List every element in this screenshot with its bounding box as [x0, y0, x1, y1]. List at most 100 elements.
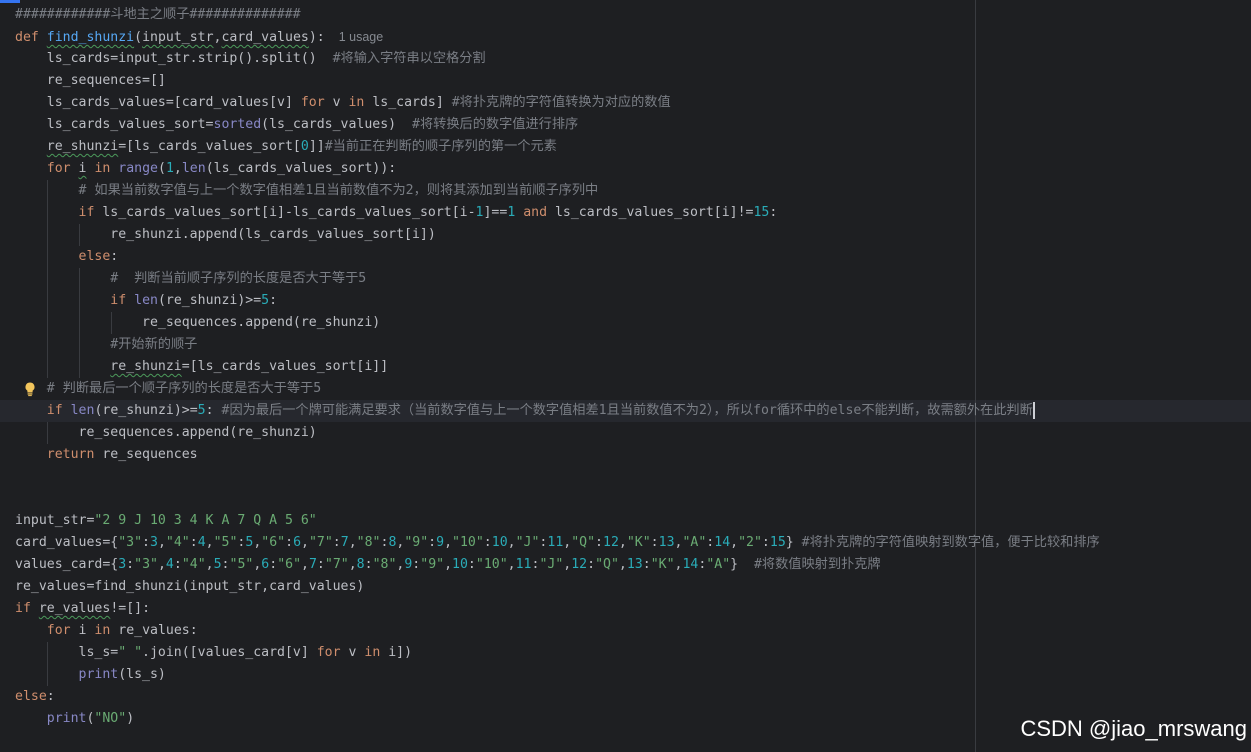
watermark-text: CSDN @jiao_mrswang	[1020, 716, 1247, 741]
code-token: "Q"	[595, 557, 619, 572]
code-line[interactable]: re_sequences.append(re_shunzi)	[15, 422, 1100, 444]
code-line[interactable]: print("NO")	[15, 708, 1100, 730]
code-line[interactable]: if re_values!=[]:	[15, 598, 1100, 620]
code-line[interactable]: if ls_cards_values_sort[i]-ls_cards_valu…	[15, 202, 1100, 224]
code-line[interactable]: # 如果当前数字值与上一个数字值相差1且当前数值不为2，则将其添加到当前顺子序列…	[15, 180, 1100, 202]
indent-guide	[79, 268, 80, 290]
code-line[interactable]: card_values={"3":3,"4":4,"5":5,"6":6,"7"…	[15, 532, 1100, 554]
code-token: .join([values_card[v]	[142, 645, 317, 660]
code-line[interactable]: # 判断当前顺子序列的长度是否大于等于5	[15, 268, 1100, 290]
code-token: !=[]:	[110, 601, 151, 616]
code-token: (re_shunzi)>=	[157, 293, 262, 308]
code-line[interactable]: else:	[15, 686, 1100, 708]
code-token: :	[642, 557, 651, 572]
code-line[interactable]: re_shunzi.append(ls_cards_values_sort[i]…	[15, 224, 1100, 246]
code-token: :	[110, 249, 119, 264]
code-token: # 判断最后一个顺子序列的长度是否大于等于5	[46, 381, 322, 396]
code-token: len	[181, 161, 206, 176]
code-token: :	[285, 535, 294, 550]
code-token: "3"	[118, 535, 143, 550]
code-token: for	[46, 161, 71, 176]
code-token: 12	[603, 535, 619, 550]
code-line[interactable]: #开始新的顺子	[15, 334, 1100, 356]
code-token: in	[94, 623, 111, 638]
code-token: ,	[444, 557, 453, 572]
code-line[interactable]: ls_cards_values=[card_values[v] for v in…	[15, 92, 1100, 114]
usage-hint[interactable]: 1 usage	[339, 30, 383, 44]
code-token: ,	[348, 557, 357, 572]
code-line[interactable]: re_sequences.append(re_shunzi)	[15, 312, 1100, 334]
code-token: values_card={	[15, 557, 119, 572]
code-token: print	[46, 711, 87, 726]
code-token: ,	[444, 535, 453, 550]
code-token: "A"	[682, 535, 707, 550]
code-token: "8"	[356, 535, 381, 550]
code-token: 0	[300, 139, 309, 154]
code-token: if	[110, 293, 127, 308]
code-token: "4"	[181, 557, 206, 572]
code-token: re_shunzi	[110, 359, 182, 374]
code-token: "6"	[277, 557, 302, 572]
code-line[interactable]: def find_shunzi(input_str,card_values): 1…	[15, 26, 1100, 48]
code-line[interactable]: return re_sequences	[15, 444, 1100, 466]
code-token: else	[15, 689, 47, 704]
indent-guide	[47, 312, 48, 334]
indent-guide	[47, 334, 48, 356]
code-token: for	[46, 623, 71, 638]
code-line[interactable]: print(ls_s)	[15, 664, 1100, 686]
code-line[interactable]: values_card={3:"3",4:"4",5:"5",6:"6",7:"…	[15, 554, 1100, 576]
code-token: ############斗地主之顺子##############	[15, 7, 301, 22]
code-line[interactable]: if len(re_shunzi)>=5:	[15, 290, 1100, 312]
code-token: "10"	[452, 535, 484, 550]
code-line[interactable]: ls_cards_values_sort=sorted(ls_cards_val…	[15, 114, 1100, 136]
code-lines[interactable]: ############斗地主之顺子############## def find…	[15, 4, 1100, 730]
code-line[interactable]: for i in range(1,len(ls_cards_values_sor…	[15, 158, 1100, 180]
code-line[interactable]: ls_s=" ".join([values_card[v] for v in i…	[15, 642, 1100, 664]
code-token: input_str=	[15, 513, 95, 528]
code-token: "NO"	[94, 711, 127, 726]
code-token: re_values:	[110, 623, 198, 638]
code-line[interactable]: else:	[15, 246, 1100, 268]
code-token: ,	[507, 557, 516, 572]
code-token: #将转换后的数字值进行排序	[412, 117, 579, 132]
indent-guide	[47, 246, 48, 268]
code-line[interactable]: for i in re_values:	[15, 620, 1100, 642]
code-line[interactable]: # 判断最后一个顺子序列的长度是否大于等于5	[15, 378, 1100, 400]
indent-guide	[47, 180, 48, 202]
code-line[interactable]: input_str="2 9 J 10 3 4 K A 7 Q A 5 6"	[15, 510, 1100, 532]
code-token: v	[324, 95, 349, 110]
code-token: "4"	[165, 535, 190, 550]
code-editor[interactable]: ############斗地主之顺子############## def find…	[0, 0, 1251, 752]
code-line[interactable]	[15, 466, 1100, 488]
code-token: :	[587, 557, 596, 572]
code-token: 3	[150, 535, 158, 550]
code-line[interactable]: re_sequences=[]	[15, 70, 1100, 92]
indent-guide	[79, 224, 80, 246]
code-token: "5"	[213, 535, 238, 550]
indent-guide	[111, 312, 112, 334]
code-line[interactable]: re_values=find_shunzi(input_str,card_val…	[15, 576, 1100, 598]
code-token: "A"	[706, 557, 731, 572]
code-token: 5	[197, 403, 206, 418]
code-line[interactable]: if len(re_shunzi)>=5: #因为最后一个牌可能满足要求（当前数…	[15, 400, 1100, 422]
code-line[interactable]: re_shunzi=[ls_cards_values_sort[0]]#当前正在…	[15, 136, 1100, 158]
code-token: 10	[452, 557, 468, 572]
indent-guide	[79, 312, 80, 334]
code-token: ,	[157, 557, 166, 572]
code-token: re_sequences=[]	[15, 73, 166, 88]
code-token: "7"	[308, 535, 333, 550]
code-token: return	[46, 447, 95, 462]
code-token: # 判断当前顺子序列的长度是否大于等于5	[110, 271, 367, 286]
code-line[interactable]: re_shunzi=[ls_cards_values_sort[i]]	[15, 356, 1100, 378]
code-line[interactable]: ls_cards=input_str.strip().split() #将输入字…	[15, 48, 1100, 70]
code-line[interactable]	[15, 488, 1100, 510]
code-token: 3	[118, 557, 127, 572]
code-line[interactable]: ############斗地主之顺子##############	[15, 4, 1100, 26]
lightbulb-icon[interactable]	[22, 381, 38, 397]
code-token: in	[94, 161, 111, 176]
